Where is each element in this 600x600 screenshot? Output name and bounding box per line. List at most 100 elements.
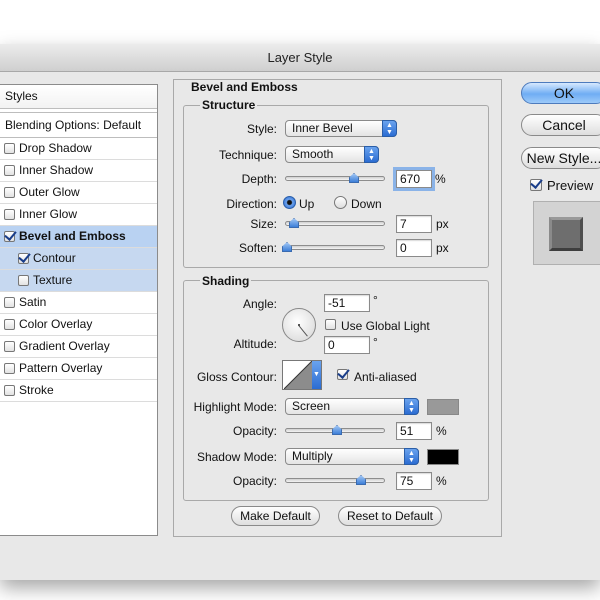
style-item-outer-glow[interactable]: Outer Glow — [0, 182, 157, 204]
size-label: Size: — [250, 217, 277, 231]
highlight-opacity-slider[interactable] — [285, 425, 385, 435]
style-item-drop-shadow[interactable]: Drop Shadow — [0, 138, 157, 160]
highlight-opacity-label: Opacity: — [232, 424, 277, 438]
anti-aliased-checkbox[interactable] — [337, 369, 348, 380]
bevel-emboss-checkbox[interactable] — [4, 231, 15, 242]
use-global-light-label: Use Global Light — [341, 319, 430, 333]
angle-label: Angle: — [242, 297, 277, 311]
soften-slider[interactable] — [282, 242, 385, 252]
altitude-label: Altitude: — [233, 337, 277, 351]
shadow-mode-select[interactable]: Multiply ▲ ▼ — [285, 448, 419, 465]
layer-style-dialog: Layer Style Styles Blending Options: Def… — [0, 44, 600, 580]
blending-options-item[interactable]: Blending Options: Default — [0, 112, 157, 138]
style-label: Style: — [246, 122, 277, 136]
style-item-label: Color Overlay — [19, 317, 93, 331]
angle-input[interactable]: -51 — [324, 294, 370, 312]
stroke-checkbox[interactable] — [4, 385, 15, 396]
style-item-bevel-emboss[interactable]: Bevel and Emboss — [0, 226, 157, 248]
shadow-opacity-slider[interactable] — [285, 475, 385, 485]
satin-checkbox[interactable] — [4, 297, 15, 308]
style-item-color-overlay[interactable]: Color Overlay — [0, 314, 157, 336]
direction-up-label: Up — [299, 197, 315, 211]
style-preview-thumbnail — [533, 201, 600, 265]
style-item-label: Bevel and Emboss — [19, 229, 126, 243]
chevron-updown-icon: ▲ ▼ — [382, 120, 397, 137]
size-unit: px — [436, 217, 449, 231]
direction-label: Direction: — [226, 197, 277, 211]
ok-button[interactable]: OK — [521, 82, 600, 104]
style-item-stroke[interactable]: Stroke — [0, 380, 157, 402]
direction-down-radio[interactable] — [334, 196, 347, 209]
structure-title: Structure — [200, 98, 258, 112]
highlight-color-swatch[interactable] — [427, 399, 459, 415]
inner-shadow-checkbox[interactable] — [4, 165, 15, 176]
depth-label: Depth: — [241, 172, 277, 186]
bevel-style-select[interactable]: Inner Bevel ▲ ▼ — [285, 120, 397, 137]
altitude-degree: ° — [373, 335, 378, 349]
highlight-mode-label: Highlight Mode: — [193, 400, 277, 414]
texture-checkbox[interactable] — [18, 275, 29, 286]
style-item-texture[interactable]: Texture — [0, 270, 157, 292]
new-style-button[interactable]: New Style... — [521, 147, 600, 169]
angle-dial-needle — [298, 325, 308, 337]
shadow-mode-value: Multiply — [292, 449, 333, 463]
chevron-down-icon[interactable]: ▼ — [312, 361, 321, 389]
shadow-opacity-unit: % — [436, 474, 447, 488]
bevel-style-value: Inner Bevel — [292, 121, 353, 135]
altitude-input[interactable]: 0 — [324, 336, 370, 354]
direction-up-radio[interactable] — [283, 196, 296, 209]
styles-header[interactable]: Styles — [0, 85, 157, 109]
outer-glow-checkbox[interactable] — [4, 187, 15, 198]
use-global-light-checkbox[interactable] — [325, 319, 336, 330]
angle-degree: ° — [373, 293, 378, 307]
technique-select[interactable]: Smooth ▲ ▼ — [285, 146, 379, 163]
contour-curve-icon — [284, 361, 312, 389]
highlight-opacity-input[interactable]: 51 — [396, 422, 432, 440]
style-item-label: Gradient Overlay — [19, 339, 110, 353]
depth-input[interactable]: 670 — [396, 170, 432, 188]
pattern-overlay-checkbox[interactable] — [4, 363, 15, 374]
style-item-satin[interactable]: Satin — [0, 292, 157, 314]
depth-slider[interactable] — [285, 173, 385, 183]
anti-aliased-label: Anti-aliased — [354, 370, 417, 384]
style-item-label: Outer Glow — [19, 185, 80, 199]
contour-checkbox[interactable] — [18, 253, 29, 264]
shadow-opacity-input[interactable]: 75 — [396, 472, 432, 490]
shadow-opacity-label: Opacity: — [232, 474, 277, 488]
drop-shadow-checkbox[interactable] — [4, 143, 15, 154]
style-item-label: Inner Glow — [19, 207, 78, 221]
reset-to-default-button[interactable]: Reset to Default — [338, 506, 442, 526]
highlight-mode-value: Screen — [292, 399, 331, 413]
cancel-button[interactable]: Cancel — [521, 114, 600, 136]
chevron-updown-icon: ▲ ▼ — [404, 398, 419, 415]
shadow-color-swatch[interactable] — [427, 449, 459, 465]
style-item-label: Inner Shadow — [19, 163, 94, 177]
shadow-mode-label: Shadow Mode: — [196, 450, 277, 464]
technique-label: Technique: — [218, 148, 277, 162]
shading-group — [183, 280, 489, 501]
preview-checkbox[interactable] — [530, 179, 542, 191]
size-slider[interactable] — [285, 218, 385, 228]
soften-input[interactable]: 0 — [396, 239, 432, 257]
size-input[interactable]: 7 — [396, 215, 432, 233]
make-default-button[interactable]: Make Default — [231, 506, 320, 526]
angle-dial[interactable] — [282, 308, 316, 342]
styles-panel: Styles Blending Options: Default Drop Sh… — [0, 84, 158, 536]
color-overlay-checkbox[interactable] — [4, 319, 15, 330]
style-item-contour[interactable]: Contour — [0, 248, 157, 270]
preview-bevel-square — [549, 217, 583, 251]
chevron-updown-icon: ▲ ▼ — [404, 448, 419, 465]
style-item-gradient-overlay[interactable]: Gradient Overlay — [0, 336, 157, 358]
style-item-inner-shadow[interactable]: Inner Shadow — [0, 160, 157, 182]
gradient-overlay-checkbox[interactable] — [4, 341, 15, 352]
style-item-inner-glow[interactable]: Inner Glow — [0, 204, 157, 226]
highlight-mode-select[interactable]: Screen ▲ ▼ — [285, 398, 419, 415]
chevron-updown-icon: ▲ ▼ — [364, 146, 379, 163]
depth-unit: % — [435, 172, 446, 186]
style-item-pattern-overlay[interactable]: Pattern Overlay — [0, 358, 157, 380]
soften-unit: px — [436, 241, 449, 255]
gloss-contour-picker[interactable]: ▼ — [282, 360, 322, 390]
bevel-emboss-title: Bevel and Emboss — [191, 80, 298, 94]
gloss-contour-label: Gloss Contour: — [196, 370, 277, 384]
inner-glow-checkbox[interactable] — [4, 209, 15, 220]
